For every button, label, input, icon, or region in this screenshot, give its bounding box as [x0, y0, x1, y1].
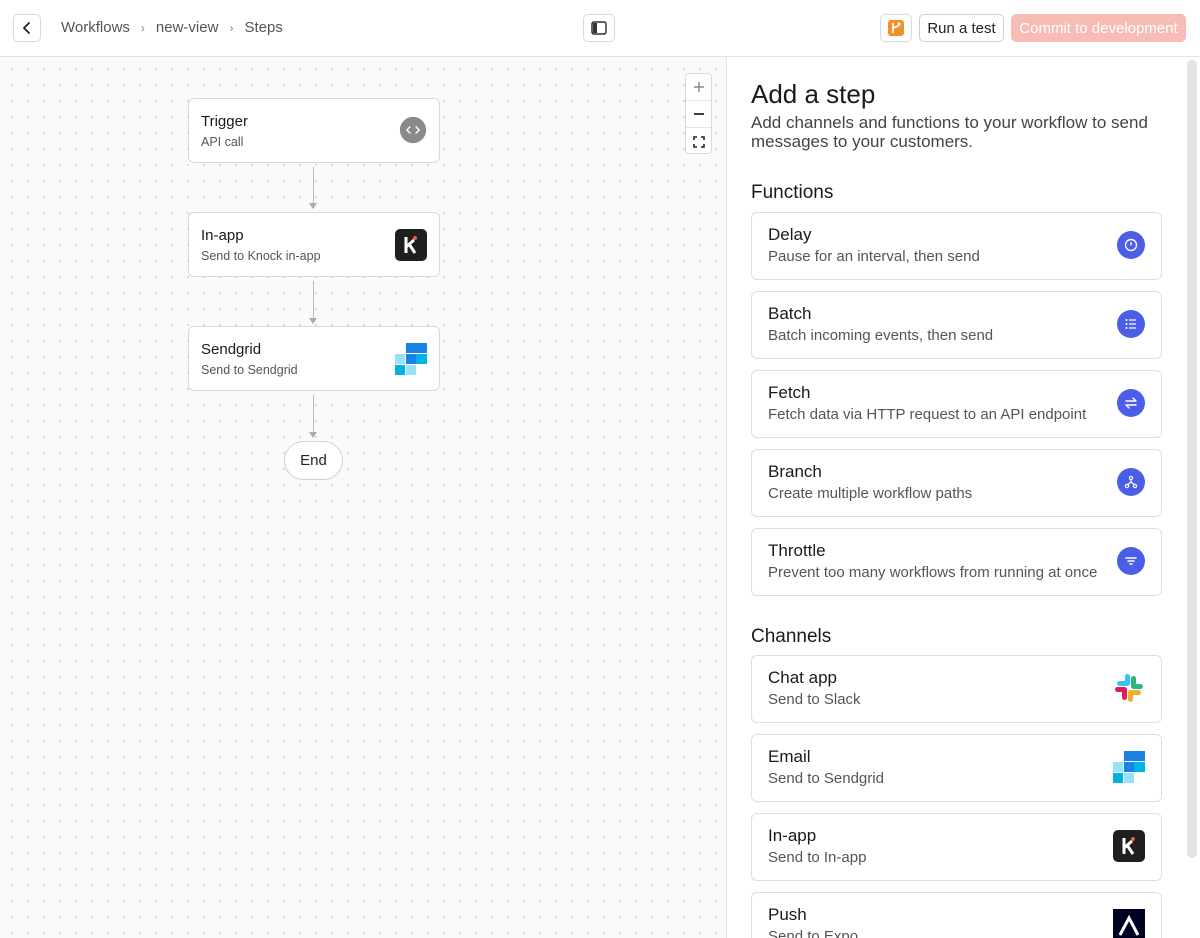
step-title: Fetch	[768, 383, 811, 402]
step-card-fetch[interactable]: Fetch Fetch data via HTTP request to an …	[751, 370, 1162, 438]
step-card-batch[interactable]: Batch Batch incoming events, then send	[751, 291, 1162, 359]
step-description: Fetch data via HTTP request to an API en…	[768, 406, 1087, 423]
node-subtitle: API call	[201, 135, 244, 149]
node-title: In-app	[201, 227, 244, 244]
step-description: Send to Slack	[768, 691, 861, 708]
fullscreen-icon	[692, 135, 705, 148]
step-card-push[interactable]: Push Send to Expo	[751, 892, 1162, 938]
step-title: In-app	[768, 826, 817, 845]
workflow-canvas[interactable]: Trigger API call In-app Send to Knock in…	[0, 57, 727, 938]
workflow-node-sendgrid[interactable]: Sendgrid Send to Sendgrid	[188, 326, 440, 391]
step-card-throttle[interactable]: Throttle Prevent too many workflows from…	[751, 528, 1162, 596]
step-title: Batch	[768, 304, 812, 323]
toggle-sidebar-button[interactable]	[583, 14, 615, 42]
step-title: Throttle	[768, 541, 826, 560]
step-title: Delay	[768, 225, 812, 244]
arrow-down-icon	[309, 318, 317, 324]
step-card-chat-app[interactable]: Chat app Send to Slack	[751, 655, 1162, 723]
arrow-down-icon	[309, 203, 317, 209]
sendgrid-logo-icon	[395, 343, 427, 375]
plus-icon	[693, 82, 704, 92]
chevron-right-icon: ›	[140, 20, 145, 35]
workflow-node-in-app[interactable]: In-app Send to Knock in-app	[188, 212, 440, 277]
knock-logo-icon	[1113, 830, 1145, 862]
node-subtitle: Send to Knock in-app	[201, 249, 321, 263]
commit-button[interactable]: Commit to development	[1011, 14, 1186, 42]
zoom-controls	[685, 73, 712, 154]
slack-logo-icon	[1115, 674, 1143, 702]
connector-line	[313, 281, 314, 318]
branch-button[interactable]	[880, 14, 912, 42]
breadcrumb: Workflows › new-view › Steps	[61, 19, 283, 36]
workflow-end-node: End	[284, 441, 343, 480]
step-card-delay[interactable]: Delay Pause for an interval, then send	[751, 212, 1162, 280]
sendgrid-logo-icon	[1113, 751, 1145, 783]
run-test-button[interactable]: Run a test	[919, 14, 1004, 42]
step-card-in-app[interactable]: In-app Send to In-app	[751, 813, 1162, 881]
arrow-down-icon	[309, 432, 317, 438]
step-card-branch[interactable]: Branch Create multiple workflow paths	[751, 449, 1162, 517]
back-button[interactable]	[13, 14, 41, 42]
top-bar: Workflows › new-view › Steps Run a test …	[0, 0, 1200, 57]
clock-icon	[1117, 231, 1145, 259]
channels-heading: Channels	[751, 626, 832, 647]
step-description: Prevent too many workflows from running …	[768, 564, 1098, 581]
step-title: Branch	[768, 462, 822, 481]
connector-line	[313, 167, 314, 203]
step-title: Push	[768, 905, 807, 924]
connector-line	[313, 395, 314, 432]
step-description: Send to In-app	[768, 849, 867, 866]
breadcrumb-workflows[interactable]: Workflows	[61, 19, 130, 36]
node-subtitle: Send to Sendgrid	[201, 363, 298, 377]
chevron-left-icon	[23, 22, 30, 34]
filter-icon	[1117, 547, 1145, 575]
expo-logo-icon	[1113, 909, 1145, 938]
step-description: Create multiple workflow paths	[768, 485, 973, 502]
chevron-right-icon: ›	[229, 20, 234, 35]
step-card-email[interactable]: Email Send to Sendgrid	[751, 734, 1162, 802]
swap-arrows-icon	[1117, 389, 1145, 417]
code-icon	[399, 116, 427, 144]
step-description: Pause for an interval, then send	[768, 248, 980, 265]
add-step-panel: Add a step Add channels and functions to…	[728, 57, 1200, 938]
node-title: Trigger	[201, 113, 248, 130]
branch-icon	[1117, 468, 1145, 496]
workflow-node-trigger[interactable]: Trigger API call	[188, 98, 440, 163]
panel-scrollbar[interactable]	[1187, 60, 1197, 858]
breadcrumb-steps: Steps	[244, 19, 283, 36]
list-icon	[1117, 310, 1145, 338]
step-description: Batch incoming events, then send	[768, 327, 994, 344]
sidebar-panel-icon	[591, 21, 607, 35]
zoom-in-button[interactable]	[686, 74, 711, 101]
functions-heading: Functions	[751, 182, 834, 203]
panel-title: Add a step	[751, 79, 876, 109]
step-description: Send to Expo	[768, 928, 859, 938]
step-title: Email	[768, 747, 811, 766]
step-title: Chat app	[768, 668, 837, 687]
fit-view-button[interactable]	[686, 128, 711, 153]
zoom-out-button[interactable]	[686, 101, 711, 128]
step-description: Send to Sendgrid	[768, 770, 884, 787]
knock-logo-icon	[395, 229, 427, 261]
node-title: Sendgrid	[201, 341, 262, 358]
breadcrumb-workflow-name[interactable]: new-view	[156, 19, 219, 36]
git-branch-icon	[888, 20, 904, 36]
panel-description: Add channels and functions to your workf…	[751, 113, 1148, 151]
minus-icon	[693, 113, 704, 115]
